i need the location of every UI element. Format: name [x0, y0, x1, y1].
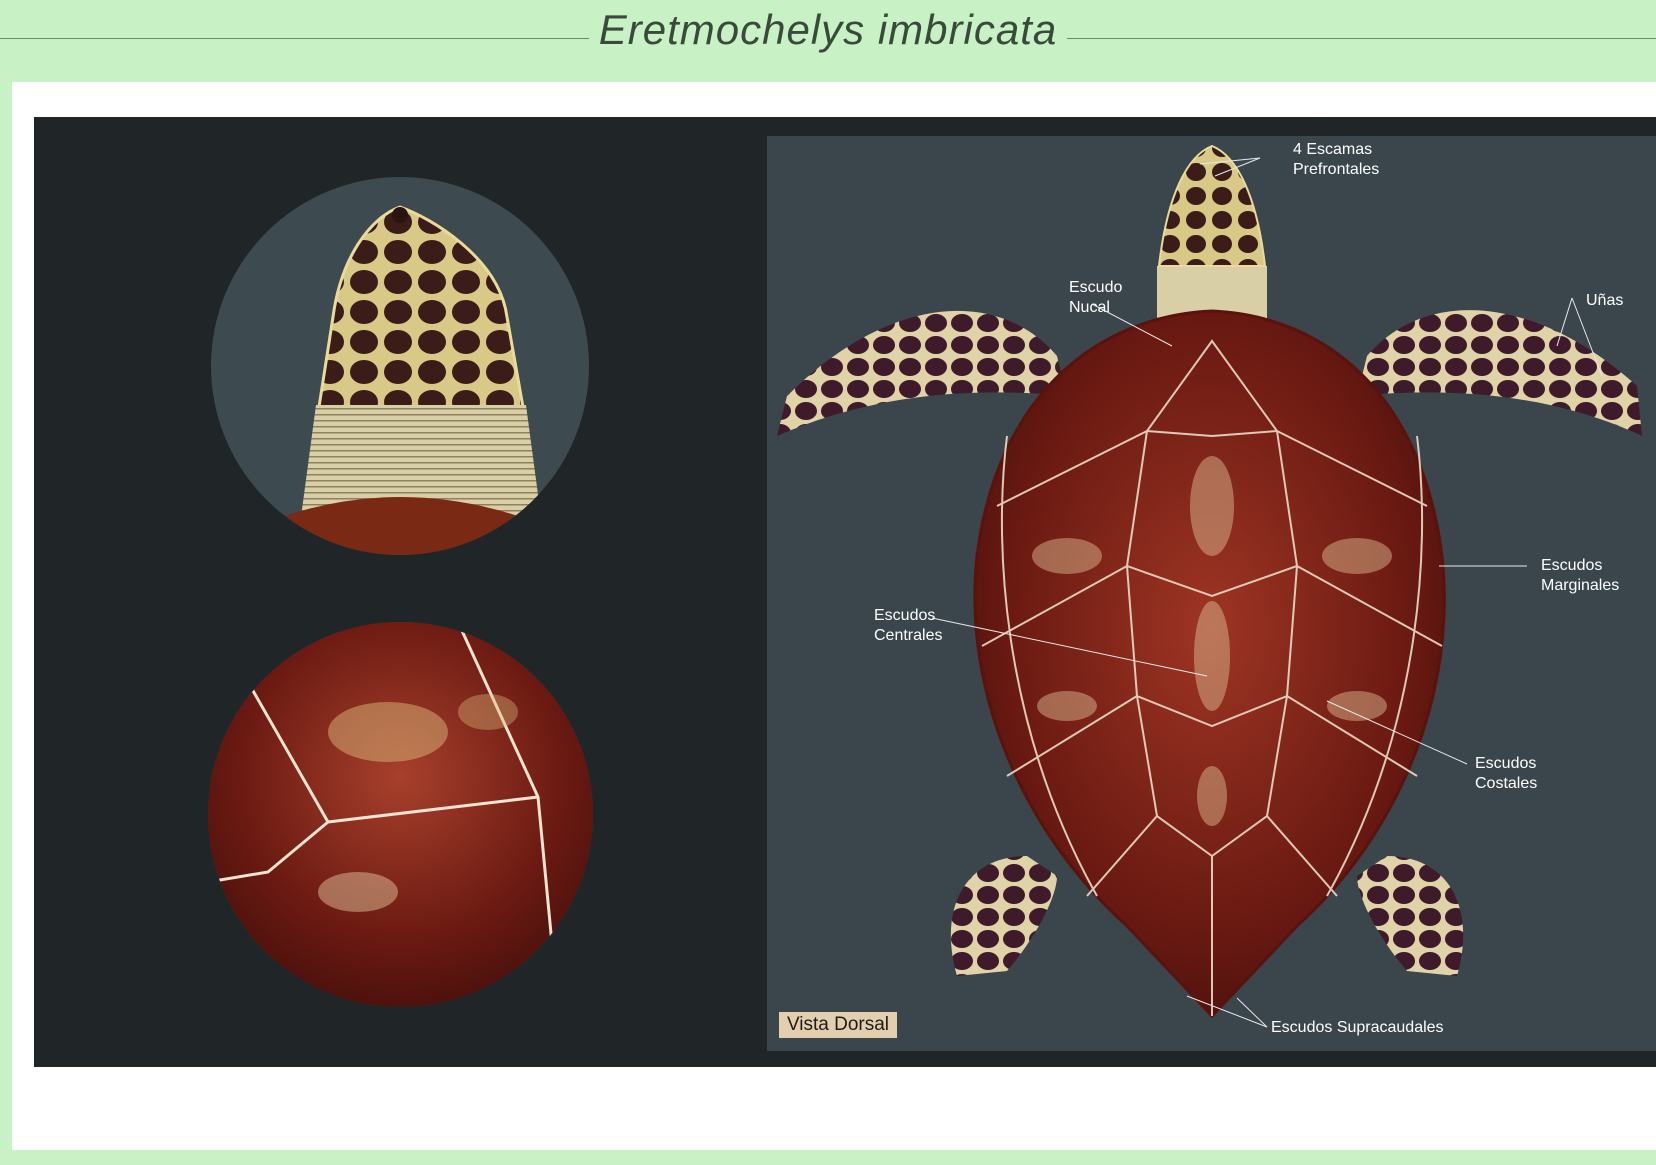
right-rear-flipper	[1357, 856, 1464, 976]
shell-detail-circle	[208, 622, 593, 1007]
shell-detail-illustration	[208, 622, 593, 1007]
label-prefrontal-scales: 4 Escamas Prefrontales	[1293, 141, 1380, 178]
head	[1157, 144, 1267, 267]
head-detail-illustration	[261, 205, 541, 555]
header: Eretmochelys imbricata	[0, 0, 1656, 80]
label-costal-scutes: Escudos Costales	[1475, 755, 1538, 792]
turtle-dorsal-illustration	[777, 144, 1642, 1028]
label-marginal-scutes: Escudos Marginales	[1541, 557, 1620, 594]
view-badge: Vista Dorsal	[779, 1012, 897, 1038]
page-title-text: Eretmochelys imbricata	[588, 6, 1068, 53]
label-claws: Uñas	[1586, 292, 1624, 309]
label-nuchal-scute: Escudo Nucal	[1069, 279, 1123, 316]
label-central-scutes: Escudos Centrales	[874, 607, 943, 644]
right-front-flipper	[1357, 310, 1642, 436]
head-detail-circle	[211, 177, 589, 555]
left-rear-flipper	[950, 856, 1057, 976]
label-supracaudal-scutes: Escudos Supracaudales	[1271, 1019, 1444, 1036]
page-title: Eretmochelys imbricata	[0, 6, 1656, 54]
